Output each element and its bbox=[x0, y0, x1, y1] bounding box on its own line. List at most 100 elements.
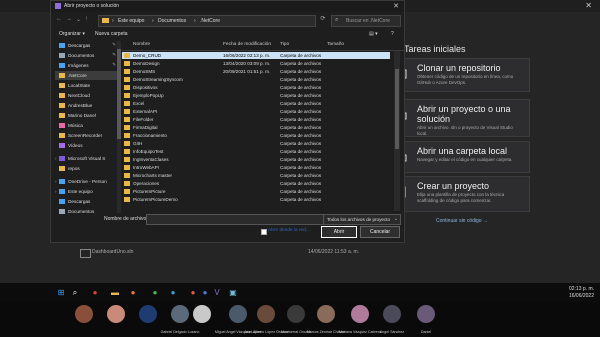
new-folder-button[interactable]: Nueva carpeta bbox=[95, 31, 128, 37]
sidebar-item[interactable]: .NetCore bbox=[55, 71, 117, 80]
path-field[interactable]: › Este equipo › Documentos › .NetCore bbox=[98, 15, 316, 27]
sidebar-item[interactable]: LocalState bbox=[55, 81, 117, 90]
sidebar-item[interactable]: Documentos bbox=[55, 207, 117, 216]
participant-tile[interactable] bbox=[74, 305, 94, 323]
file-row[interactable]: PictureInPicture Carpeta de archivos bbox=[122, 188, 390, 195]
column-type[interactable]: Tipo bbox=[280, 42, 289, 47]
file-row[interactable]: Microcharts master Carpeta de archivos bbox=[122, 172, 390, 179]
sidebar-item[interactable]: Música bbox=[55, 121, 117, 130]
help-button[interactable]: ? bbox=[391, 31, 394, 37]
sidebar-item[interactable]: Marino Danel bbox=[55, 111, 117, 120]
participant-tile[interactable]: Montserrat Orozco bbox=[281, 305, 311, 334]
recent-item[interactable]: DashboardUno.sln 14/06/2022 11:53 a. m. bbox=[78, 246, 378, 260]
file-row[interactable]: Demo_CRUD 16/06/2022 02:13 p. m. Carpeta d… bbox=[122, 52, 390, 59]
open-from-network-checkbox[interactable] bbox=[261, 229, 267, 235]
sidebar-item[interactable]: Imágenes ✎ bbox=[55, 61, 117, 70]
file-row[interactable]: FirmaDigital Carpeta de archivos bbox=[122, 124, 390, 131]
file-row[interactable]: IngInventaClases Carpeta de archivos bbox=[122, 156, 390, 163]
edge-icon[interactable]: ● bbox=[168, 288, 178, 298]
refresh-icon[interactable]: ⟳ bbox=[318, 15, 328, 25]
file-row[interactable]: ExternalAPI Carpeta de archivos bbox=[122, 108, 390, 115]
file-row[interactable]: Operaciones Carpeta de archivos bbox=[122, 180, 390, 187]
participant-tile[interactable]: Gabriel Delgado Lozano bbox=[161, 305, 199, 334]
sidebar-item[interactable]: Descargas bbox=[55, 197, 117, 206]
file-row[interactable]: DemoStreamingSyncom Carpeta de archivos bbox=[122, 76, 390, 83]
file-list-scrollbar[interactable] bbox=[394, 51, 400, 211]
system-clock[interactable]: 02:13 p. m. 16/06/2022 bbox=[569, 286, 594, 300]
terminal-icon[interactable]: ▣ bbox=[228, 288, 238, 298]
folder-icon bbox=[124, 149, 130, 154]
navigation-scrollbar[interactable] bbox=[117, 41, 121, 213]
breadcrumb-documents[interactable]: Documentos bbox=[158, 18, 186, 24]
cancel-button[interactable]: Cancelar bbox=[360, 226, 400, 238]
create-project-card[interactable]: Crear un proyecto Elija una plantilla de… bbox=[386, 176, 530, 212]
column-size[interactable]: Tamaño bbox=[327, 42, 344, 47]
open-from-network-link[interactable]: Abrir desde la red... bbox=[268, 228, 310, 233]
participant-tile[interactable] bbox=[106, 305, 126, 323]
file-row[interactable]: InfoEquipoTest Carpeta de archivos bbox=[122, 148, 390, 155]
sidebar-item[interactable]: repos bbox=[55, 164, 117, 173]
sidebar-item[interactable]: Documentos ✎ bbox=[55, 51, 117, 60]
app-red-icon[interactable]: ● bbox=[90, 288, 100, 298]
sidebar-item[interactable]: Vídeos bbox=[55, 141, 117, 150]
column-date[interactable]: Fecha de modificación bbox=[223, 42, 271, 47]
participant-tile[interactable]: Mariana Vázquez Cabrera bbox=[339, 305, 381, 334]
firefox-icon[interactable]: ● bbox=[128, 288, 138, 298]
organize-button[interactable]: Organizar ▾ bbox=[59, 31, 85, 37]
up-button[interactable]: ↑ bbox=[85, 16, 88, 22]
sidebar-item[interactable]: AndresBlue bbox=[55, 101, 117, 110]
participant-tile[interactable]: Daniel bbox=[416, 305, 436, 334]
view-options-button[interactable]: ▤ ▾ bbox=[369, 31, 378, 37]
file-row[interactable]: Fraccionamiento Carpeta de archivos bbox=[122, 132, 390, 139]
file-explorer-icon[interactable]: ▬ bbox=[110, 288, 120, 298]
app-blue-icon[interactable]: ● bbox=[200, 288, 210, 298]
file-row[interactable]: EjemploPopUp Carpeta de archivos bbox=[122, 92, 390, 99]
vs-close-icon[interactable]: ✕ bbox=[585, 1, 592, 10]
file-row[interactable]: PictureInPictureDemo Carpeta de archivos bbox=[122, 196, 390, 203]
sidebar-item[interactable]: › Microsoft Visual S bbox=[55, 154, 117, 163]
participant-tile[interactable]: Miguel Angel Vázquez López bbox=[215, 305, 261, 334]
participant-tile[interactable]: Marcos Zeumar Chávez bbox=[307, 305, 345, 334]
breadcrumb-netcore[interactable]: .NetCore bbox=[200, 18, 220, 24]
scrollbar-thumb[interactable] bbox=[395, 69, 399, 149]
column-name[interactable]: Nombre bbox=[133, 42, 150, 47]
back-button[interactable]: ← bbox=[56, 16, 62, 22]
participant-tile[interactable] bbox=[138, 305, 158, 323]
recent-locations-button[interactable]: ⌄ bbox=[76, 16, 81, 23]
breadcrumb-this-pc[interactable]: Este equipo bbox=[118, 18, 144, 24]
file-row[interactable]: GitH Carpeta de archivos bbox=[122, 140, 390, 147]
visual-studio-icon[interactable]: V bbox=[212, 288, 222, 298]
sidebar-item[interactable]: › Este equipo bbox=[55, 187, 117, 196]
file-row[interactable]: DemoDesign 13/04/2020 03:09 p. m. Carpeta … bbox=[122, 60, 390, 67]
sidebar-item[interactable]: › OneDrive - Person bbox=[55, 177, 117, 186]
sidebar-item-label: AndresBlue bbox=[68, 103, 93, 108]
close-icon[interactable]: ✕ bbox=[393, 2, 399, 10]
scrollbar-thumb[interactable] bbox=[117, 49, 121, 139]
search-icon[interactable]: ⌕ bbox=[70, 288, 80, 298]
file-row[interactable]: Dispositivos Carpeta de archivos bbox=[122, 84, 390, 91]
file-row[interactable]: DemoSMS 20/09/2021 01:51 p. m. Carpeta de … bbox=[122, 68, 390, 75]
file-row[interactable]: FileFolder Carpeta de archivos bbox=[122, 116, 390, 123]
forward-button[interactable]: → bbox=[66, 16, 72, 22]
sidebar-item[interactable]: NextCloud bbox=[55, 91, 117, 100]
participant-tile[interactable] bbox=[192, 305, 212, 323]
file-type-filter[interactable]: Todos los archivos de proyecto ⌄ bbox=[323, 214, 401, 225]
open-button[interactable]: Abrir bbox=[321, 226, 357, 238]
clone-repo-card[interactable]: Clonar un repositorio Obtener código de … bbox=[386, 58, 530, 92]
sidebar-item[interactable]: Descargas ✎ bbox=[55, 41, 117, 50]
continue-without-code-link[interactable]: Continuar sin código → bbox=[436, 218, 488, 224]
app-orange-icon[interactable]: ● bbox=[188, 288, 198, 298]
start-icon[interactable]: ⊞ bbox=[56, 288, 66, 298]
search-field[interactable]: ⌕ Buscar en .NetCore bbox=[331, 15, 401, 27]
open-folder-card[interactable]: Abrir una carpeta local Navegar y editar… bbox=[386, 141, 530, 173]
expand-icon[interactable]: › bbox=[55, 156, 57, 161]
open-project-card[interactable]: Abrir un proyecto o una solución Abrir u… bbox=[386, 99, 530, 137]
participant-tile[interactable]: Angel Sánchez bbox=[380, 305, 404, 334]
participant-tile[interactable]: Juan Alberto López Orozco bbox=[244, 305, 288, 334]
file-row[interactable]: IntroWebAPI Carpeta de archivos bbox=[122, 164, 390, 171]
expand-icon[interactable]: › bbox=[55, 179, 57, 184]
sidebar-item[interactable]: ScreenRecorder bbox=[55, 131, 117, 140]
file-row[interactable]: Excel Carpeta de archivos bbox=[122, 100, 390, 107]
chrome-icon[interactable]: ● bbox=[150, 288, 160, 298]
expand-icon[interactable]: › bbox=[55, 189, 57, 194]
